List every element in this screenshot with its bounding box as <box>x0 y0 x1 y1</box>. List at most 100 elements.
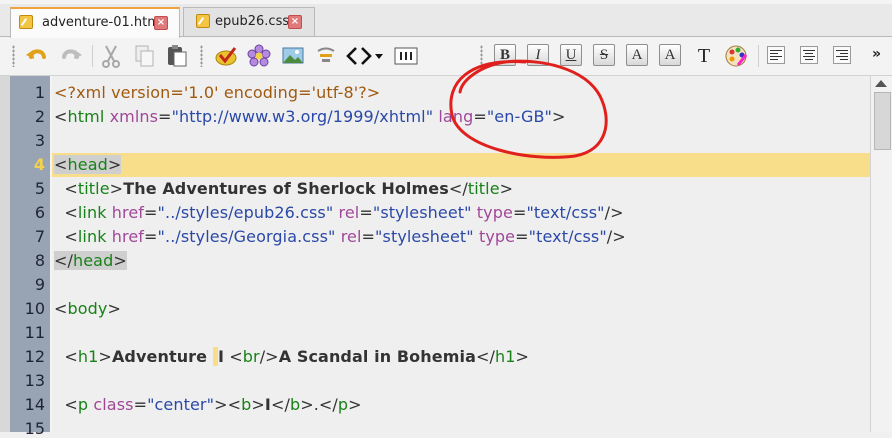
toolbar: B I U S A A T » <box>0 37 892 76</box>
code-line-6: <link href="../styles/epub26.css" rel="s… <box>64 203 624 222</box>
tag-name: title <box>77 179 110 198</box>
vertical-scrollbar[interactable] <box>870 76 892 432</box>
attr-value: "../styles/epub26.css" <box>157 203 334 222</box>
attr-name: lang <box>438 107 474 126</box>
color-palette-icon[interactable] <box>724 43 750 69</box>
strikethrough-button[interactable]: S <box>593 44 615 66</box>
subscript-button[interactable]: A <box>626 44 648 66</box>
line-number: 5 <box>34 179 45 198</box>
heading-text: A Scandal in Bohemia <box>278 347 476 366</box>
line-number: 1 <box>34 83 45 102</box>
tab-epub26-css[interactable]: epub26.css × <box>183 7 315 37</box>
tab-adventure-01[interactable]: adventure-01.html × <box>10 7 180 38</box>
line-number: 8 <box>34 251 45 270</box>
tag-name: head <box>67 155 108 174</box>
tag-name: b <box>289 395 301 414</box>
toolbar-separator <box>758 45 759 67</box>
tag-name: title <box>467 179 500 198</box>
line-number: 2 <box>34 107 45 126</box>
paste-icon[interactable] <box>164 43 190 69</box>
code-view-icon[interactable] <box>346 43 386 69</box>
attr-value: "stylesheet" <box>372 203 472 222</box>
title-text: The Adventures of Sherlock Holmes <box>123 179 449 198</box>
insert-image-icon[interactable] <box>246 43 272 69</box>
attr-value: "text/css" <box>528 227 607 246</box>
css-file-icon <box>196 14 210 28</box>
tag-name: link <box>77 227 107 246</box>
split-icon[interactable] <box>393 43 419 69</box>
tab-bar-top <box>0 0 892 4</box>
scroll-up-icon[interactable] <box>875 80 887 87</box>
cut-icon[interactable] <box>98 43 124 69</box>
scrollbar-thumb[interactable] <box>874 92 891 150</box>
tab-bar: adventure-01.html × epub26.css × <box>0 0 892 38</box>
line-number: 11 <box>24 323 45 342</box>
xml-declaration: <?xml version='1.0' encoding='utf-8'?> <box>54 83 381 102</box>
editor-margin <box>0 76 10 432</box>
text-style-button[interactable]: T <box>691 44 717 70</box>
attr-name: rel <box>338 203 360 222</box>
tag-name: h1 <box>494 347 516 366</box>
code-line-5: <title>The Adventures of Sherlock Holmes… <box>64 179 514 198</box>
code-editor[interactable]: 1 2 3 4 5 6 7 8 9 10 11 12 13 14 15 <?xm… <box>0 76 892 438</box>
close-tab-icon[interactable]: × <box>154 16 168 30</box>
line-number: 7 <box>34 227 45 246</box>
attr-name: href <box>111 227 145 246</box>
line-number: 14 <box>24 395 45 414</box>
line-number: 9 <box>34 275 45 294</box>
current-line-highlight <box>52 153 870 177</box>
toolbar-grip[interactable] <box>200 45 203 67</box>
code-line-1: <?xml version='1.0' encoding='utf-8'?> <box>54 83 380 102</box>
insert-special-char-icon[interactable] <box>313 43 339 69</box>
toolbar-grip[interactable] <box>12 45 15 67</box>
tag-name: body <box>67 299 108 318</box>
current-line-number: 4 <box>33 155 45 174</box>
code-line-4: <head> <box>54 155 122 174</box>
gutter-separator <box>50 76 52 432</box>
toolbar-overflow-button[interactable]: » <box>872 46 881 62</box>
attr-name: class <box>93 395 134 414</box>
attr-name: href <box>111 203 145 222</box>
undo-icon[interactable] <box>24 43 50 69</box>
line-number: 12 <box>24 347 45 366</box>
bold-button[interactable]: B <box>494 44 516 66</box>
line-number: 3 <box>34 131 45 150</box>
tab-label: epub26.css <box>215 14 290 29</box>
attr-value: "stylesheet" <box>375 227 474 246</box>
code-line-10: <body> <box>54 299 122 318</box>
toolbar-separator <box>92 45 93 67</box>
close-tab-icon[interactable]: × <box>288 15 302 29</box>
heading-text: Adventure <box>111 347 213 366</box>
code-line-2: <html xmlns="http://www.w3.org/1999/xhtm… <box>54 107 566 126</box>
tag-name: p <box>77 395 89 414</box>
attr-name: xmlns <box>109 107 159 126</box>
image-icon[interactable] <box>280 43 306 69</box>
tab-label: adventure-01.html <box>42 15 164 30</box>
attr-value: "en-GB" <box>486 107 552 126</box>
code-line-12: <h1>Adventure I <br/>A Scandal in Bohemi… <box>64 347 530 366</box>
attr-value: "http://www.w3.org/1999/xhtml" <box>171 107 434 126</box>
toolbar-grip[interactable] <box>480 45 483 67</box>
line-number: 6 <box>34 203 45 222</box>
tag-name: h1 <box>77 347 99 366</box>
spellcheck-icon[interactable] <box>213 43 239 69</box>
html-file-icon <box>19 15 33 29</box>
attr-name: type <box>478 227 516 246</box>
attr-value: "../styles/Georgia.css" <box>157 227 336 246</box>
attr-value: "center" <box>147 395 215 414</box>
line-number: 13 <box>24 371 45 390</box>
line-number: 10 <box>24 299 45 318</box>
underline-button[interactable]: U <box>560 44 582 66</box>
tag-name: b <box>241 395 252 414</box>
align-left-icon[interactable] <box>767 46 785 64</box>
align-right-icon[interactable] <box>833 46 851 64</box>
code-line-8: </head> <box>54 251 127 270</box>
italic-button[interactable]: I <box>527 44 549 66</box>
redo-icon[interactable] <box>58 43 84 69</box>
align-center-icon[interactable] <box>800 46 818 64</box>
tag-name: html <box>67 107 105 126</box>
tag-name: p <box>337 395 349 414</box>
copy-icon[interactable] <box>132 43 158 69</box>
superscript-button[interactable]: A <box>659 44 681 66</box>
line-number: 15 <box>24 419 45 438</box>
